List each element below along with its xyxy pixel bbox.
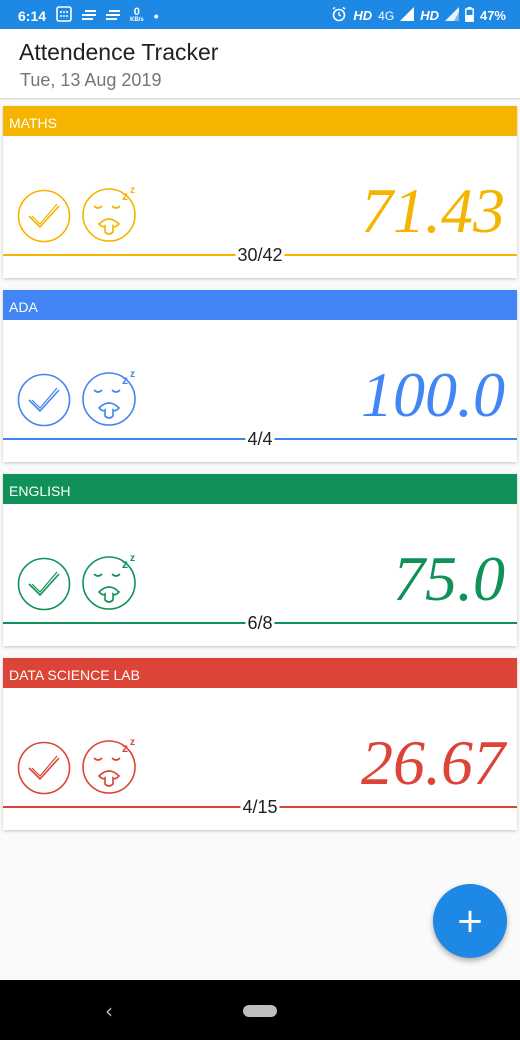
add-icon: + <box>455 901 485 941</box>
subject-name: ENGLISH <box>3 474 517 504</box>
svg-text:z: z <box>130 185 135 196</box>
calculator-icon <box>56 6 72 25</box>
sleeping-face-icon[interactable]: zz <box>82 550 142 610</box>
speed-value: 0 <box>133 5 140 18</box>
svg-text:z: z <box>122 373 128 387</box>
sleeping-face-icon[interactable]: zz <box>82 366 142 426</box>
svg-text:z: z <box>122 189 128 203</box>
network-type-label: 4G <box>378 8 395 23</box>
subject-card[interactable]: ADA zz 100.0 4/4 <box>3 290 517 462</box>
app-title: Attendence Tracker <box>19 39 219 65</box>
dot-icon: • <box>153 7 159 24</box>
notification-icon <box>106 8 121 24</box>
subject-name: DATA SCIENCE LAB <box>3 658 517 688</box>
check-circle-icon[interactable] <box>17 557 71 611</box>
network-speed: 0 KB/s <box>130 5 144 24</box>
svg-text:z: z <box>130 737 135 748</box>
system-nav-bar: ‹ <box>0 980 520 1040</box>
attendance-percentage: 75.0 <box>393 543 505 614</box>
attendance-percentage: 71.43 <box>361 175 505 246</box>
notification-icon <box>82 8 97 24</box>
check-circle-icon[interactable] <box>17 373 71 427</box>
add-subject-button[interactable]: + <box>433 884 507 958</box>
network-hd-label-2: HD <box>420 8 439 23</box>
signal-icon <box>444 7 459 24</box>
sleeping-face-icon[interactable]: zz <box>82 734 142 794</box>
svg-text:z: z <box>130 369 135 380</box>
sleeping-face-icon[interactable]: zz <box>82 182 142 242</box>
subject-name: ADA <box>3 290 517 320</box>
battery-level: 47% <box>479 8 506 23</box>
status-time: 6:14 <box>18 7 47 24</box>
attendance-ratio: 4/4 <box>245 429 275 449</box>
attendance-ratio: 4/15 <box>240 797 280 817</box>
home-pill-icon[interactable] <box>243 1005 277 1017</box>
svg-text:z: z <box>122 557 128 571</box>
app-bar: Attendence Tracker Tue, 13 Aug 2019 <box>0 29 520 99</box>
signal-icon <box>400 7 415 24</box>
subject-name: MATHS <box>3 106 517 136</box>
subject-card[interactable]: ENGLISH zz 75.0 6/8 <box>3 474 517 646</box>
current-date: Tue, 13 Aug 2019 <box>20 70 162 90</box>
back-icon[interactable]: ‹ <box>105 999 113 1023</box>
status-bar: 6:14 0 KB/s • HD 4G HD 47% <box>0 0 520 29</box>
svg-text:z: z <box>130 553 135 564</box>
subject-card[interactable]: MATHS zz 71.43 30/42 <box>3 106 517 278</box>
check-circle-icon[interactable] <box>17 189 71 243</box>
subject-card[interactable]: DATA SCIENCE LAB zz 26.67 4/15 <box>3 658 517 830</box>
attendance-ratio: 30/42 <box>235 245 285 265</box>
attendance-percentage: 26.67 <box>361 727 505 798</box>
network-hd-label: HD <box>353 8 373 23</box>
check-circle-icon[interactable] <box>17 741 71 795</box>
attendance-ratio: 6/8 <box>245 613 275 633</box>
battery-icon <box>465 6 474 25</box>
speed-unit: KB/s <box>130 16 144 23</box>
svg-text:z: z <box>122 741 128 755</box>
alarm-icon <box>331 6 347 25</box>
attendance-percentage: 100.0 <box>361 359 505 430</box>
